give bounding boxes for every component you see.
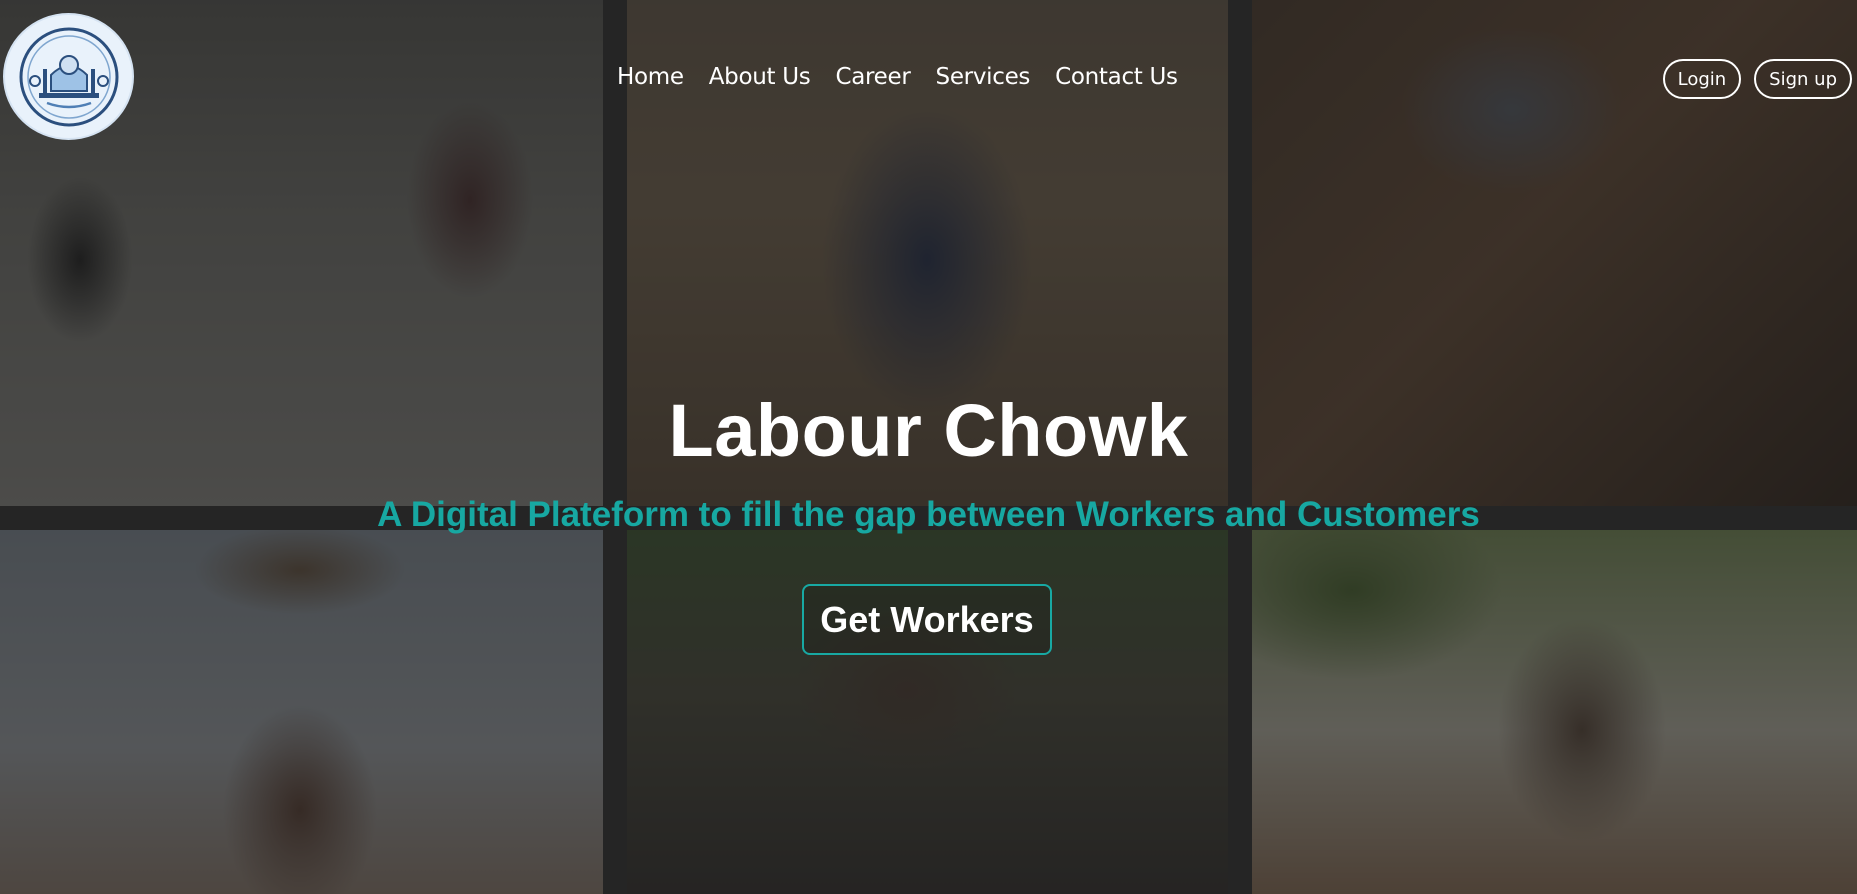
- main-nav: Home About Us Career Services Contact Us: [617, 64, 1203, 90]
- hero-title: Labour Chowk: [668, 389, 1189, 472]
- hero-section: Home About Us Career Services Contact Us…: [0, 0, 1857, 894]
- hero-subtitle: A Digital Plateform to fill the gap betw…: [377, 495, 1480, 534]
- nav-contact-us[interactable]: Contact Us: [1055, 64, 1178, 90]
- nav-services[interactable]: Services: [936, 64, 1031, 90]
- nav-home[interactable]: Home: [617, 64, 684, 90]
- auth-buttons: Login Sign up: [1662, 59, 1852, 99]
- login-button[interactable]: Login: [1662, 59, 1742, 99]
- taj-mahal-worker-logo-icon: [19, 27, 118, 126]
- get-workers-button[interactable]: Get Workers: [802, 584, 1052, 655]
- nav-about-us[interactable]: About Us: [709, 64, 811, 90]
- nav-career[interactable]: Career: [835, 64, 910, 90]
- signup-button[interactable]: Sign up: [1754, 59, 1852, 99]
- logo[interactable]: [3, 13, 134, 140]
